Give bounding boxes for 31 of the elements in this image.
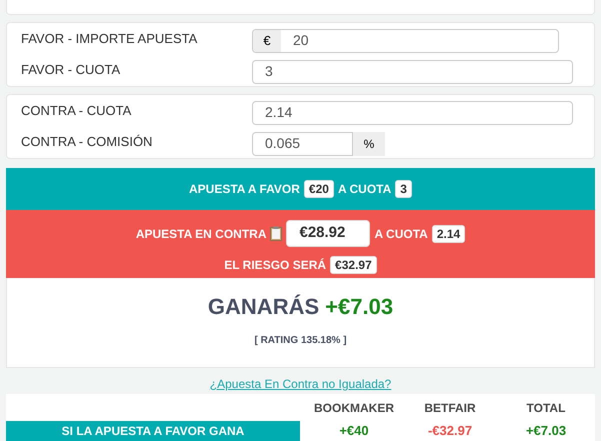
field-label: CONTRA - CUOTA bbox=[20, 102, 132, 120]
column-header: TOTAL bbox=[526, 400, 566, 416]
column-header: BOOKMAKER bbox=[313, 400, 395, 416]
table-cell-text: +€40 bbox=[338, 422, 370, 440]
band-text: EL RIESGO SERÁ bbox=[224, 257, 326, 274]
profit-value: +€7.03 bbox=[325, 293, 394, 321]
input-field[interactable]: 0.065 bbox=[252, 132, 353, 156]
table-cell-text: +€7.03 bbox=[524, 422, 568, 440]
stake-badge: €20 bbox=[304, 180, 334, 198]
column-header: BETFAIR bbox=[423, 400, 477, 416]
rating-text: [ RATING 135.18% ] bbox=[254, 334, 347, 348]
risk-badge: €32.97 bbox=[330, 256, 377, 274]
percent-addon: % bbox=[353, 132, 385, 156]
currency-addon: € bbox=[253, 30, 281, 52]
field-label: CONTRA - COMISIÓN bbox=[20, 133, 154, 151]
input-field[interactable]: 3 bbox=[252, 60, 573, 84]
table-cell-text: -€32.97 bbox=[426, 422, 474, 440]
clipboard-icon bbox=[270, 226, 282, 241]
field-label: FAVOR - CUOTA bbox=[20, 61, 122, 79]
result-label: GANARÁS bbox=[208, 293, 320, 321]
lay-stake-field: €28.92 bbox=[286, 220, 370, 247]
odds-badge: 3 bbox=[395, 180, 412, 198]
band-text: A CUOTA bbox=[338, 181, 392, 198]
band-text: APUESTA A FAVOR bbox=[189, 181, 300, 198]
odds-badge: 2.14 bbox=[432, 224, 466, 242]
field-label: FAVOR - IMPORTE APUESTA bbox=[20, 30, 198, 48]
row-label: SI LA APUESTA A FAVOR GANA bbox=[6, 421, 300, 441]
input-field[interactable]: 2.14 bbox=[252, 100, 573, 124]
band-text: APUESTA EN CONTRA bbox=[136, 226, 266, 242]
band-text: A CUOTA bbox=[374, 226, 428, 242]
input-field[interactable]: € 20 bbox=[252, 28, 559, 52]
